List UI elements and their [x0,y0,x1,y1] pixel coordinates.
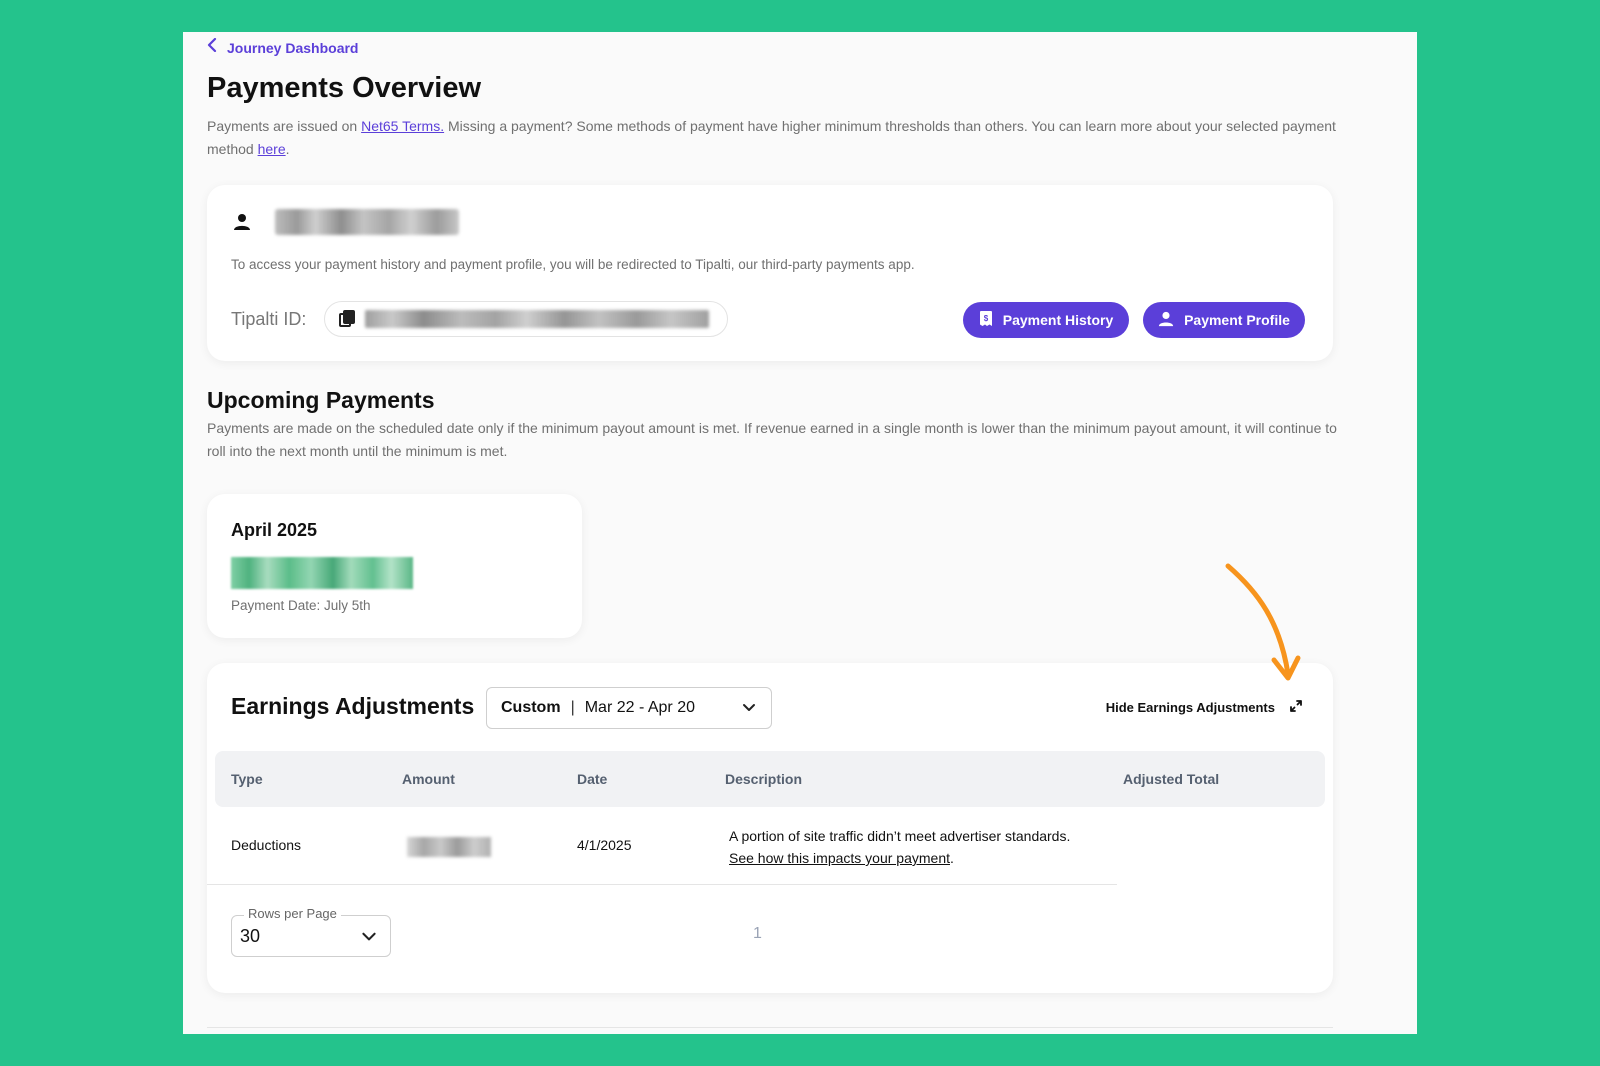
receipt-icon: $ [979,310,993,330]
tipalti-id-label: Tipalti ID: [231,308,307,329]
column-header-adjusted-total: Adjusted Total [1123,771,1220,787]
earnings-adjustments-card: Earnings Adjustments Custom | Mar 22 - A… [207,663,1333,993]
hide-earnings-adjustments-button[interactable]: Hide Earnings Adjustments [1106,699,1303,716]
date-range-select[interactable]: Custom | Mar 22 - Apr 20 [486,687,772,729]
svg-text:$: $ [984,314,989,323]
annotation-arrow-icon [1225,563,1301,681]
rows-per-page-value: 30 [240,926,261,946]
intro-suffix: . [285,141,290,157]
range-value: Mar 22 - Apr 20 [584,699,695,716]
chevron-down-icon [741,699,757,720]
upcoming-payment-card: April 2025 Payment Date: July 5th [207,494,582,638]
redacted-account-name [275,209,459,235]
description-link-line: See how this impacts your payment. [729,847,1070,869]
table-header: Type Amount Date Description Adjusted To… [215,751,1325,807]
app-frame: Journey Dashboard Payments Overview Paym… [183,32,1417,1034]
chevron-down-icon [360,927,378,950]
payment-profile-label: Payment Profile [1184,312,1290,328]
rows-per-page-select[interactable]: Rows per Page 30 [231,906,391,957]
range-separator: | [570,699,575,716]
range-mode: Custom [501,699,561,716]
back-link-journey-dashboard[interactable]: Journey Dashboard [207,37,359,57]
page-title: Payments Overview [207,72,482,104]
redacted-payment-amount [231,557,413,589]
tipalti-id-row: Tipalti ID: [231,301,729,337]
column-header-description: Description [725,771,803,787]
profile-header [231,209,459,235]
learn-more-here-link[interactable]: here [258,141,286,157]
description-text: A portion of site traffic didn’t meet ad… [729,828,1071,844]
cell-description: A portion of site traffic didn’t meet ad… [729,825,1070,869]
column-header-amount: Amount [402,771,455,787]
earnings-adjustments-title: Earnings Adjustments [231,693,475,719]
back-link-label: Journey Dashboard [227,39,359,56]
column-header-date: Date [577,771,608,787]
redirect-notice: To access your payment history and payme… [231,257,915,272]
column-header-type: Type [231,771,263,787]
payment-date: Payment Date: July 5th [231,598,371,613]
payment-history-label: Payment History [1002,312,1114,328]
link-suffix: . [950,850,954,866]
impact-link[interactable]: See how this impacts your payment [729,850,950,866]
profile-card: To access your payment history and payme… [207,185,1333,361]
cell-type: Deductions [231,837,302,853]
net65-terms-link[interactable]: Net65 Terms. [361,118,444,134]
payment-profile-button[interactable]: Payment Profile [1143,302,1305,338]
person-icon [1158,311,1174,330]
expand-icon [1289,699,1303,716]
redacted-tipalti-id [365,310,710,328]
copy-icon[interactable] [339,310,356,328]
person-icon [231,211,253,233]
intro-text: Payments are issued on Net65 Terms. Miss… [207,115,1337,161]
pagination-page-1[interactable]: 1 [753,925,762,943]
rows-per-page-label: Rows per Page [244,906,341,921]
hide-earnings-adjustments-label: Hide Earnings Adjustments [1105,700,1275,715]
redacted-amount-cell [407,837,491,857]
payment-month: April 2025 [231,520,318,540]
table-row: Deductions 4/1/2025 A portion of site tr… [207,807,1117,885]
chevron-left-icon [207,37,217,57]
payment-history-button[interactable]: $ Payment History [963,302,1129,338]
upcoming-payments-description: Payments are made on the scheduled date … [207,420,1337,459]
upcoming-payments-title: Upcoming Payments [207,387,435,413]
cell-date: 4/1/2025 [577,837,632,853]
divider [207,1027,1333,1028]
tipalti-id-field [324,301,729,337]
intro-prefix: Payments are issued on [207,118,362,134]
